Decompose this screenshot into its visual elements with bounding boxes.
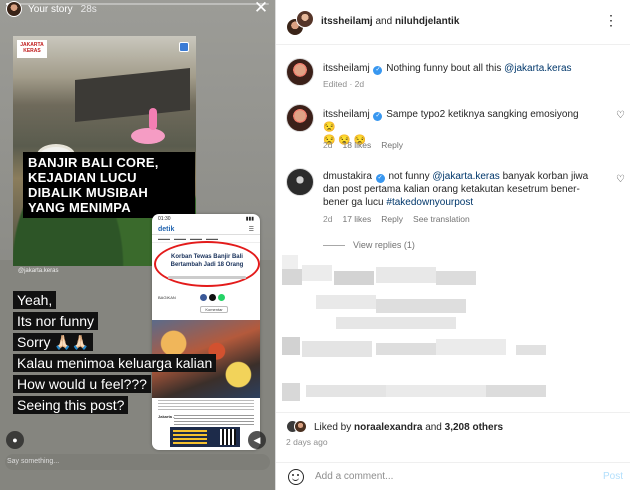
caption-meta: Edited · 2d bbox=[323, 79, 365, 89]
username-link[interactable]: itssheilamj bbox=[323, 63, 370, 74]
story-panel[interactable]: Your story 28s ✕ JAKARTA KERAS BANJIR BA… bbox=[0, 0, 275, 490]
comment-input[interactable] bbox=[315, 471, 585, 482]
story-timestamp: 28s bbox=[80, 3, 97, 15]
story-avatar[interactable] bbox=[6, 1, 22, 17]
phone-time: 01:30 bbox=[158, 216, 171, 222]
hashtag-link[interactable]: #takedownyourpost bbox=[386, 197, 473, 208]
liked-and: and bbox=[425, 422, 442, 433]
liked-prefix: Liked by bbox=[314, 422, 352, 433]
verified-badge-icon: ✓ bbox=[373, 66, 383, 75]
article-ad bbox=[170, 427, 240, 447]
overlay-line: Sorry 🙏🏻🙏🏻 bbox=[13, 333, 94, 351]
headline-line: YANG MENIMPA bbox=[28, 200, 131, 215]
username-link[interactable]: itssheilamj bbox=[323, 109, 370, 120]
overlay-line: Yeah, bbox=[13, 291, 57, 309]
news-logo: detik bbox=[158, 225, 175, 233]
author-link-1[interactable]: itssheilamj bbox=[321, 16, 373, 27]
like-heart-icon[interactable]: ♡ bbox=[616, 174, 625, 185]
verified-badge-icon: ✓ bbox=[375, 174, 385, 183]
news-nav: detik ☰ bbox=[152, 224, 260, 235]
headline-line: BANJIR BALI CORE, bbox=[28, 155, 159, 170]
story-header: Your story 28s bbox=[6, 1, 97, 17]
mention-link[interactable]: @jakarta.keras bbox=[432, 171, 499, 182]
story-username[interactable]: Your story bbox=[28, 4, 73, 15]
headline-line: DIBALIK MUSIBAH bbox=[28, 185, 148, 200]
overlay-line: Its nor funny bbox=[13, 312, 99, 330]
comment-age: 2d bbox=[323, 140, 333, 150]
post-header: itssheilamj and niluhdjelantik ⋮ bbox=[276, 0, 630, 45]
overlay-line: Kalau menimoa keluarga kalian bbox=[13, 354, 217, 372]
comment-age: 2d bbox=[323, 214, 333, 224]
comment-likes[interactable]: 17 likes bbox=[342, 214, 371, 224]
post-credit: @jakarta.keras bbox=[18, 268, 59, 274]
caption-body: Nothing funny bout all this bbox=[386, 63, 502, 74]
whatsapp-icon bbox=[217, 294, 225, 301]
ad-text bbox=[173, 430, 207, 444]
reply-button[interactable]: Reply bbox=[381, 214, 403, 224]
logo-text-line2: KERAS bbox=[23, 48, 41, 54]
overlay-line: Seeing this post? bbox=[13, 396, 129, 414]
story-text-overlay: Yeah, Its nor funny Sorry 🙏🏻🙏🏻 Kalau men… bbox=[13, 291, 217, 417]
collab-avatars[interactable] bbox=[286, 10, 314, 38]
more-options-icon[interactable]: ⋮ bbox=[604, 12, 619, 29]
profile-tag-icon[interactable]: ● bbox=[6, 431, 24, 449]
comment-meta: 2d 17 likes Reply See translation bbox=[323, 214, 470, 224]
headline-line: KEJADIAN LUCU bbox=[28, 170, 137, 185]
instagram-story-and-post-view: Your story 28s ✕ JAKARTA KERAS BANJIR BA… bbox=[0, 0, 630, 490]
post-comment-button[interactable]: Post bbox=[603, 471, 623, 482]
jakarta-keras-logo: JAKARTA KERAS bbox=[17, 40, 47, 58]
menu-icon: ☰ bbox=[248, 226, 254, 233]
emoji-icon[interactable] bbox=[288, 469, 304, 485]
view-replies-button[interactable]: View replies (1) bbox=[323, 240, 415, 250]
liked-by-text: Liked by noraalexandra and 3,208 others bbox=[314, 422, 503, 433]
post-detail-panel: itssheilamj and niluhdjelantik ⋮ itsshei… bbox=[275, 0, 630, 490]
liked-user-link[interactable]: noraalexandra bbox=[354, 422, 422, 433]
mute-icon[interactable]: ◀ bbox=[248, 431, 266, 449]
avatar[interactable] bbox=[286, 58, 314, 86]
comment-likes[interactable]: 18 likes bbox=[342, 140, 371, 150]
avatar[interactable] bbox=[286, 168, 314, 196]
avatar[interactable] bbox=[296, 10, 314, 28]
reply-button[interactable]: Reply bbox=[381, 140, 403, 150]
caption-text: itssheilamj ✓ Nothing funny bout all thi… bbox=[323, 62, 613, 75]
username-link[interactable]: dmustakira bbox=[323, 171, 372, 182]
comment-body: not funny bbox=[388, 171, 430, 182]
article-byline bbox=[168, 276, 246, 279]
pixelated-comments bbox=[276, 255, 630, 405]
story-reply-input[interactable]: Say something... bbox=[5, 454, 270, 470]
flamingo-float bbox=[131, 128, 165, 144]
comment-meta: 2d 18 likes Reply bbox=[323, 140, 403, 150]
signal-icon: ▮▮▮ bbox=[245, 216, 254, 222]
qr-code bbox=[220, 429, 236, 445]
article-title: Korban Tewas Banjir Bali Bertambah Jadi … bbox=[170, 254, 244, 268]
authors-connector: and bbox=[375, 16, 393, 27]
close-icon[interactable]: ✕ bbox=[253, 0, 269, 16]
flamingo-neck bbox=[149, 108, 157, 130]
avatar[interactable] bbox=[286, 104, 314, 132]
post-timestamp: 2 days ago bbox=[286, 437, 328, 447]
post-authors: itssheilamj and niluhdjelantik bbox=[321, 16, 459, 27]
post-headline: BANJIR BALI CORE, KEJADIAN LUCU DIBALIK … bbox=[23, 152, 195, 218]
like-heart-icon[interactable]: ♡ bbox=[616, 110, 625, 121]
see-translation-button[interactable]: See translation bbox=[413, 214, 470, 224]
avatar bbox=[294, 420, 307, 433]
carousel-icon bbox=[179, 42, 189, 52]
liked-count-link[interactable]: 3,208 others bbox=[445, 422, 503, 433]
view-replies-label: View replies (1) bbox=[353, 240, 415, 250]
add-comment-bar: Post bbox=[276, 462, 630, 490]
comment-text: dmustakira ✓ not funny @jakarta.keras ba… bbox=[323, 170, 595, 209]
post-footer: Liked by noraalexandra and 3,208 others … bbox=[276, 412, 630, 490]
author-link-2[interactable]: niluhdjelantik bbox=[395, 16, 459, 27]
phone-status-bar: 01:30 ▮▮▮ bbox=[152, 214, 260, 224]
verified-badge-icon: ✓ bbox=[373, 112, 383, 121]
mention-link[interactable]: @jakarta.keras bbox=[504, 63, 571, 74]
replies-divider bbox=[323, 244, 345, 246]
liked-by-avatars[interactable] bbox=[286, 420, 308, 434]
overlay-line: How would u feel??? bbox=[13, 375, 151, 393]
